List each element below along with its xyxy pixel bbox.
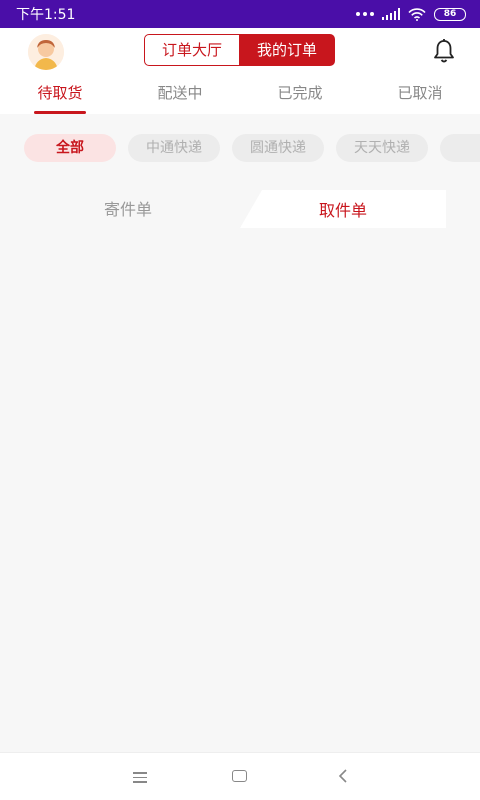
filter-chip-all[interactable]: 全部 [24, 134, 116, 162]
bell-icon[interactable] [432, 38, 456, 64]
order-type-switch: 寄件单 取件单 [24, 190, 446, 228]
filter-chip-zto[interactable]: 中通快递 [128, 134, 220, 162]
back-icon[interactable] [336, 768, 350, 784]
signal-icon [382, 8, 400, 20]
avatar-icon [28, 34, 64, 70]
header: 订单大厅 我的订单 [0, 28, 480, 74]
tab-delivering[interactable]: 配送中 [120, 74, 240, 114]
home-icon[interactable] [232, 770, 247, 782]
filter-chip-more[interactable] [440, 134, 480, 162]
tab-cancelled[interactable]: 已取消 [360, 74, 480, 114]
more-dots-icon [356, 12, 374, 16]
status-icons: 86 [356, 7, 466, 21]
tab-completed[interactable]: 已完成 [240, 74, 360, 114]
courier-filter-chips: 全部 中通快递 圆通快递 天天快递 [0, 134, 480, 164]
filter-chip-yto[interactable]: 圆通快递 [232, 134, 324, 162]
menu-icon[interactable] [133, 772, 147, 783]
status-time: 下午1:51 [16, 7, 76, 23]
order-hall-button[interactable]: 订单大厅 [144, 34, 240, 66]
send-order-tab[interactable]: 寄件单 [24, 190, 232, 228]
pickup-order-tab[interactable]: 取件单 [240, 190, 446, 228]
order-status-tabs: 待取货 配送中 已完成 已取消 [0, 74, 480, 114]
battery-icon: 86 [434, 7, 466, 21]
order-segment-control: 订单大厅 我的订单 [144, 34, 335, 66]
my-orders-button[interactable]: 我的订单 [239, 34, 335, 66]
tab-pending-pickup[interactable]: 待取货 [0, 74, 120, 114]
status-bar: 下午1:51 86 [0, 0, 480, 28]
avatar[interactable] [28, 34, 64, 70]
filter-chip-tiantian[interactable]: 天天快递 [336, 134, 428, 162]
system-nav-bar [0, 752, 480, 800]
wifi-icon [408, 7, 426, 21]
